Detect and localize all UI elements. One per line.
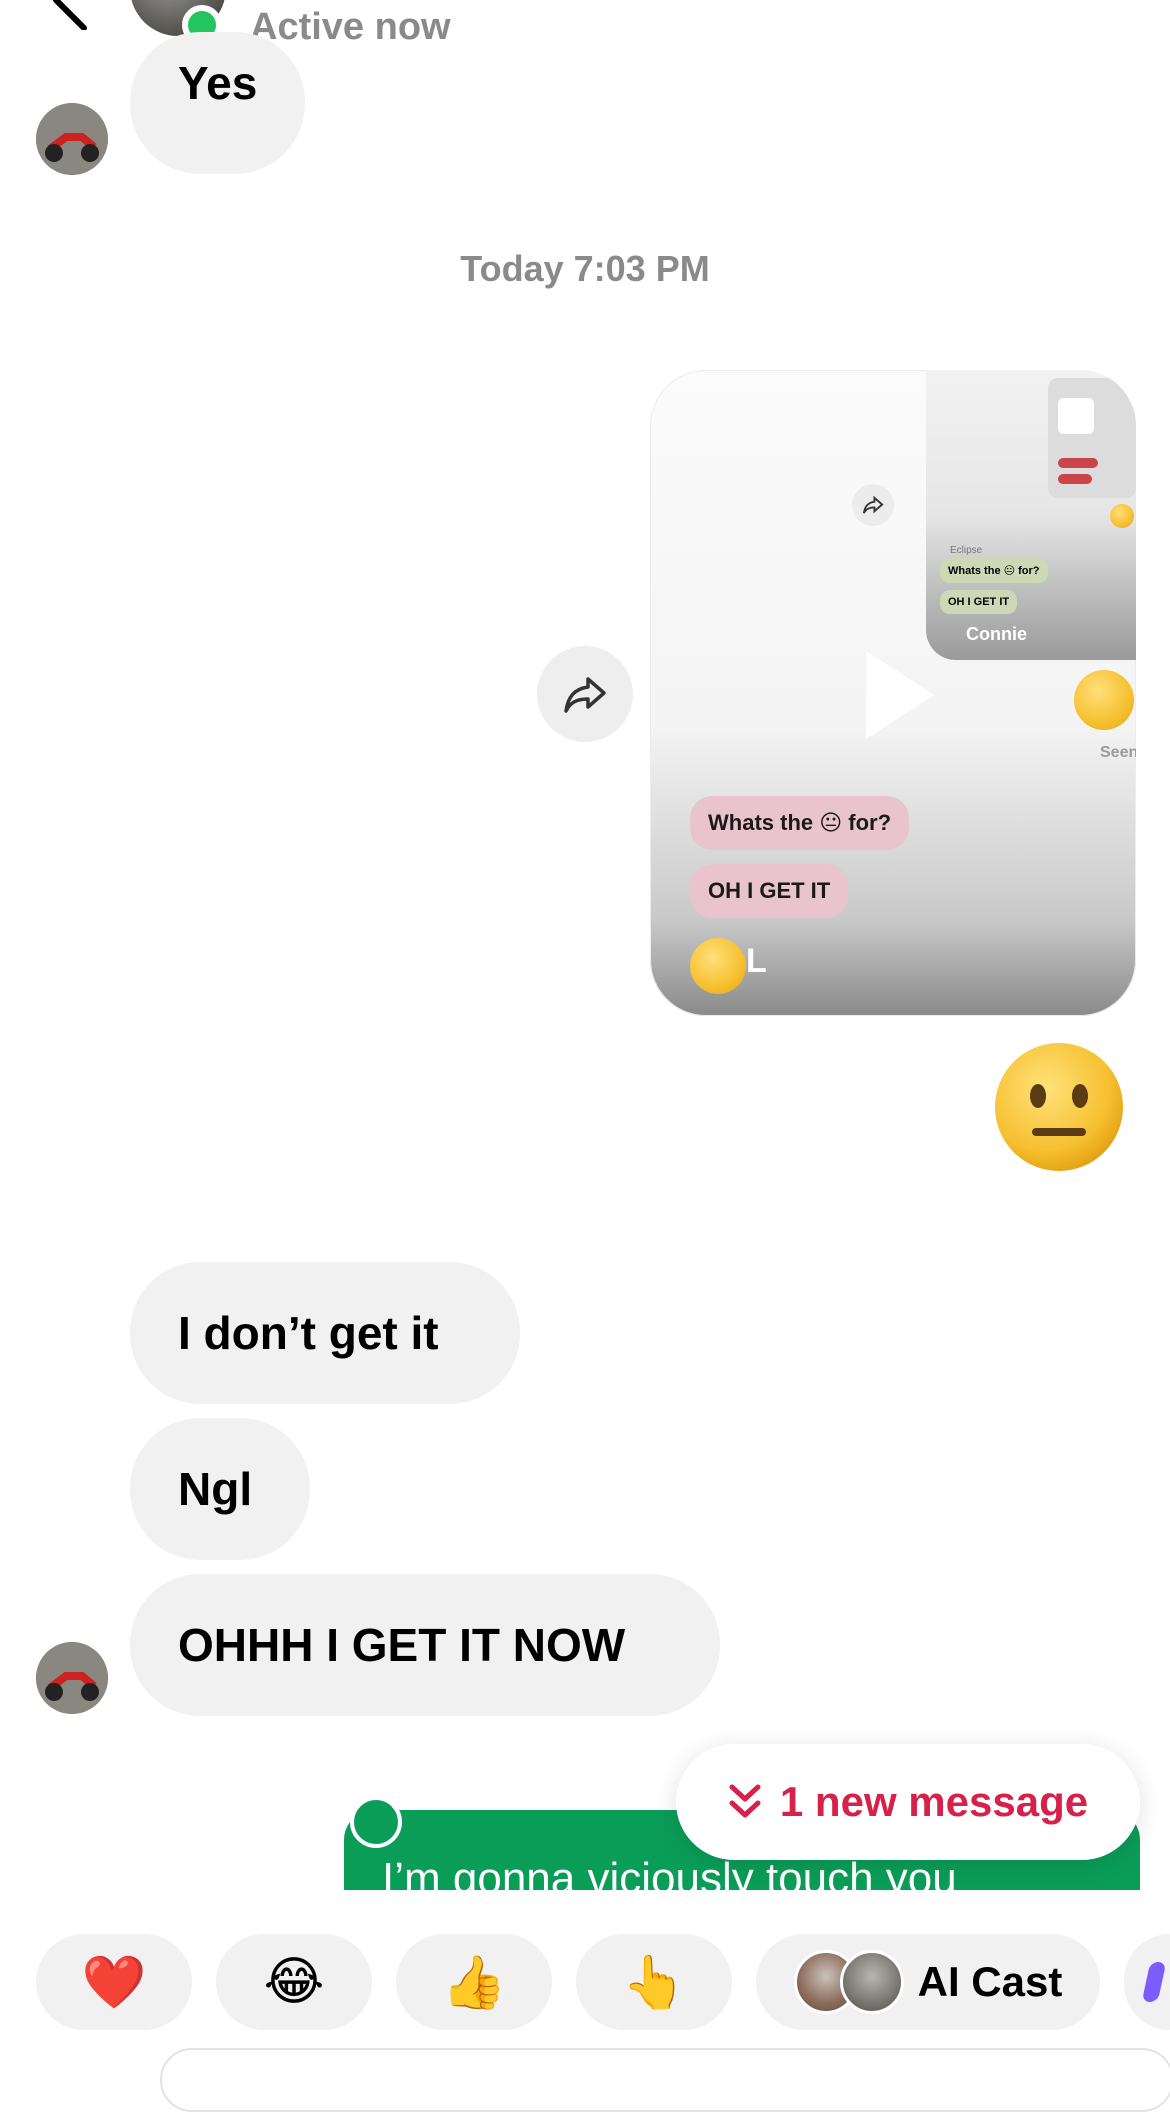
message-text: I don’t get it <box>178 1307 439 1359</box>
neutral-face-emoji <box>1110 504 1134 528</box>
avatar[interactable] <box>36 103 108 175</box>
embedded-bubble: Whats the 😐 for? <box>690 796 910 850</box>
ai-cast-label: AI Cast <box>917 1958 1063 2005</box>
message-bubble[interactable]: Yes <box>130 32 306 174</box>
video-message[interactable]: Eclipse Whats the 😐 for? OH I GET IT Con… <box>650 370 1136 1016</box>
reaction-point-up[interactable]: 👆 <box>576 1934 732 2030</box>
neutral-face-emoji <box>690 938 746 994</box>
neutral-face-emoji[interactable] <box>992 1040 1126 1174</box>
heart-icon: ❤️ <box>81 1953 147 2012</box>
thumbs-up-icon: 👍 <box>441 1953 507 2012</box>
avatar <box>839 1950 904 2014</box>
reaction-laugh[interactable]: 😂 <box>216 1934 372 2030</box>
ai-cast-button[interactable]: AI Cast <box>756 1934 1100 2030</box>
message-bubble[interactable]: OHHH I GET IT NOW <box>130 1574 720 1716</box>
chevron-double-down-icon <box>729 1784 761 1818</box>
new-message-button[interactable]: 1 new message <box>676 1744 1140 1860</box>
message-text: OHHH I GET IT NOW <box>178 1619 626 1671</box>
inner-thumb <box>1048 378 1136 498</box>
message-input[interactable] <box>160 2048 1170 2112</box>
message-bubble[interactable]: Ngl <box>130 1418 310 1560</box>
message-text: Ngl <box>178 1463 253 1515</box>
inner-chip: Whats the 😐 for? <box>940 558 1048 583</box>
more-horizontal-icon[interactable] <box>1040 0 1120 10</box>
play-icon[interactable] <box>860 645 940 745</box>
seen-label: Seen <box>1100 744 1136 761</box>
message-text: Yes <box>178 57 258 109</box>
active-status: Active now <box>250 6 451 48</box>
reaction-thumbs-up[interactable]: 👍 <box>396 1934 552 2030</box>
inner-name: Connie <box>966 624 1027 644</box>
note-tag-icon <box>350 1796 402 1848</box>
laugh-icon: 😂 <box>263 1953 325 2011</box>
reaction-heart[interactable]: ❤️ <box>36 1934 192 2030</box>
point-up-icon: 👆 <box>621 1953 687 2012</box>
partial-icon <box>1141 1962 1167 2002</box>
inner-top-text: Eclipse <box>950 545 983 556</box>
share-icon <box>564 677 606 713</box>
timestamp: Today 7:03 PM <box>460 248 710 289</box>
new-message-label: 1 new message <box>779 1778 1089 1825</box>
share-button[interactable] <box>537 646 633 742</box>
message-bubble[interactable]: I don’t get it <box>130 1262 520 1404</box>
avatar[interactable] <box>36 1642 108 1714</box>
embedded-bubble: OH I GET IT <box>690 864 849 918</box>
embedded-video: Eclipse Whats the 😐 for? OH I GET IT Con… <box>926 370 1136 660</box>
sender-initial: L <box>746 942 767 980</box>
neutral-face-emoji <box>1074 670 1134 730</box>
chevron-left-icon[interactable] <box>40 0 100 30</box>
share-icon <box>852 484 894 526</box>
inner-chip: OH I GET IT <box>940 590 1018 614</box>
